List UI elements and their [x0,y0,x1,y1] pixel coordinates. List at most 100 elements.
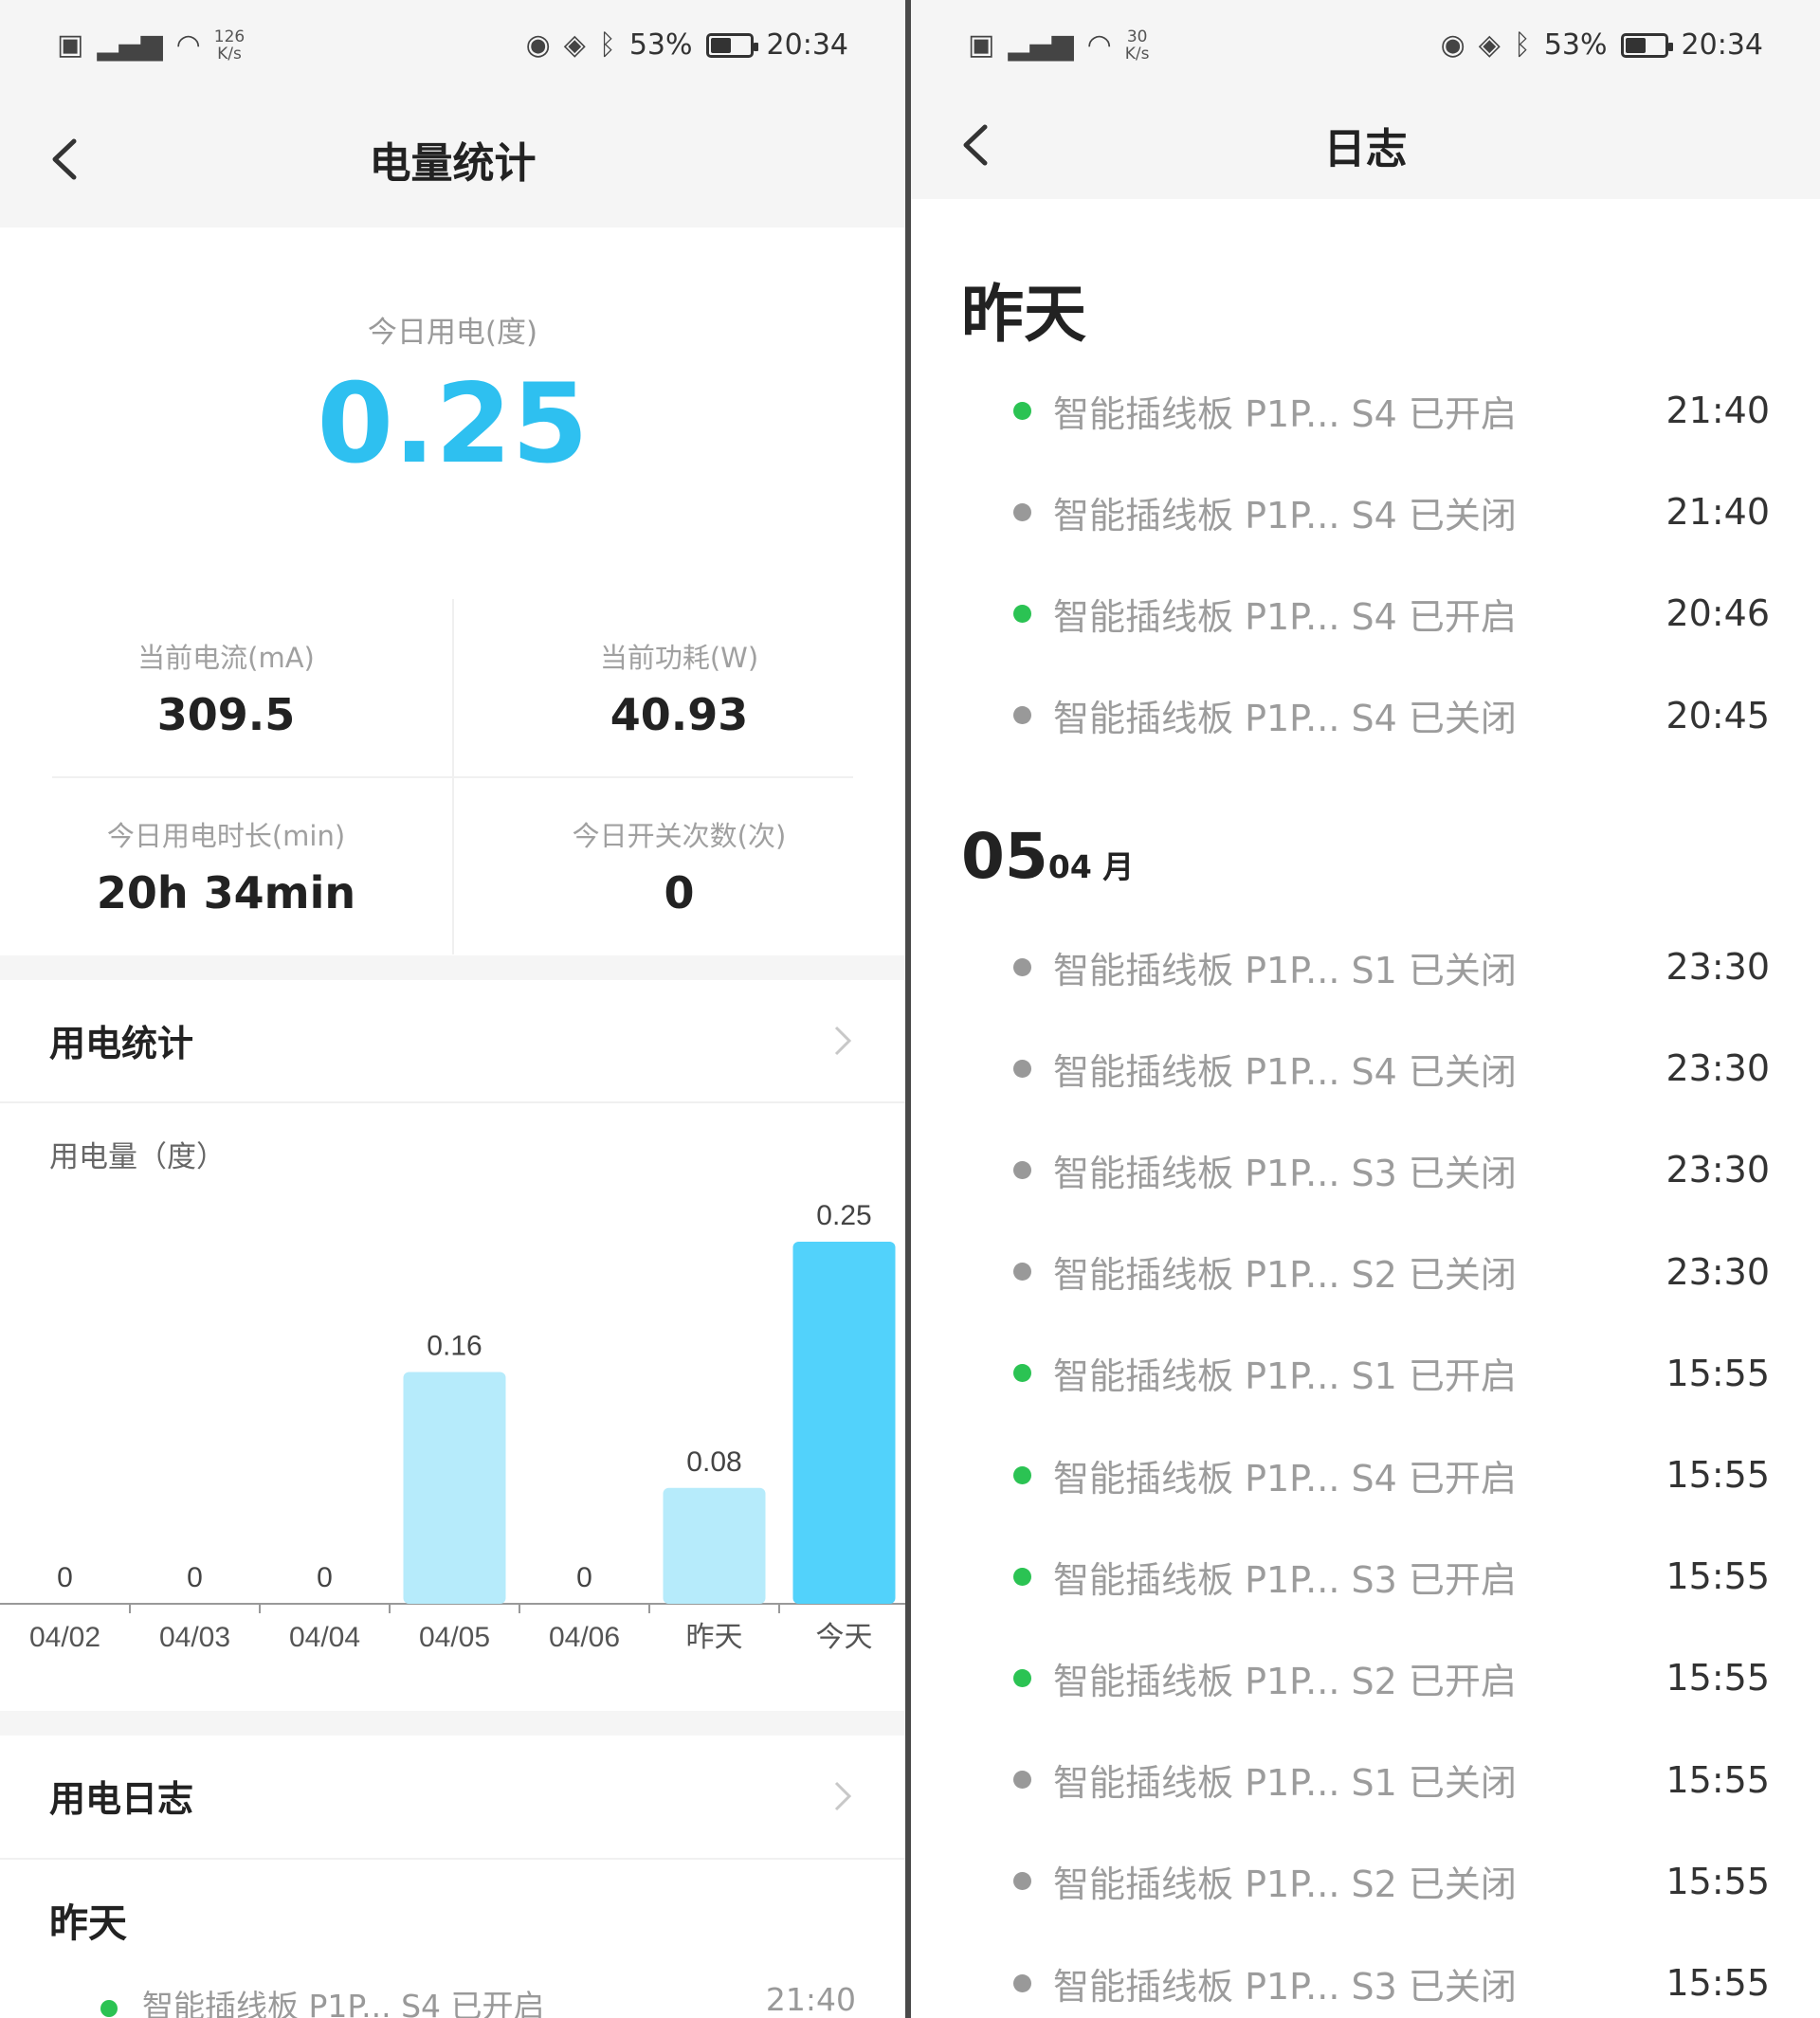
x-tick-label: 04/04 [289,1622,360,1653]
chevron-right-icon [834,1781,852,1810]
status-dot-on [1013,1465,1031,1484]
network-speed: 30 K/s [1124,27,1150,64]
status-dot-on [1013,1668,1031,1687]
stat-value: 20h 34min [96,866,356,918]
bar-今天 [792,1242,896,1604]
x-tick-label: 今天 [816,1622,873,1653]
energy-stats-screen: ▣ ▂▄▆ ◠ 126 K/s ◉ ◈ ᛒ 53% 20:34 电量统计 今日用… [0,0,905,2018]
log-item: 智能插线板 P1P... S1 已关闭 15:55 [911,1742,1820,1818]
bluetooth-icon: ᛒ [1513,28,1531,62]
log-item-text: 智能插线板 P1P... S4 已开启 [1053,595,1517,638]
divider [0,1101,905,1103]
section-title: 用电日志 [49,1778,194,1820]
bar-value-label: 0 [317,1562,333,1593]
battery-icon [1620,32,1673,58]
date-month: 04 月 [1047,848,1135,885]
current-stat: 当前电流(mA) 309.5 [0,599,452,776]
log-item-text: 智能插线板 P1P... S4 已开启 [142,1988,545,2018]
bar-value-label: 0 [576,1562,592,1593]
log-item-text: 智能插线板 P1P... S4 已关闭 [1053,1050,1517,1093]
x-tick-label: 04/06 [549,1622,620,1653]
x-tick-label: 04/03 [159,1622,230,1653]
signal-icon: ▂▄▆ [97,28,163,62]
log-screen: ▣ ▂▄▆ ◠ 30 K/s ◉ ◈ ᛒ 53% 20:34 日志 昨天 050… [911,0,1820,2018]
stat-label: 今日用电时长(min) [106,819,346,852]
status-dot-off [1013,1771,1031,1790]
today-usage-label: 今日用电(度) [367,316,538,350]
log-day-heading: 昨天 [49,1900,127,1946]
status-dot-off [1013,1872,1031,1891]
stat-value: 309.5 [156,688,296,740]
bar-value-label: 0.08 [686,1446,741,1478]
alarm-icon: ◈ [1478,28,1501,62]
wifi-icon: ◠ [1086,28,1112,62]
log-item-time: 15:55 [1665,1352,1770,1394]
bar-昨天 [663,1487,766,1604]
log-item-text: 智能插线板 P1P... S3 已开启 [1053,1558,1517,1601]
stat-label: 当前功耗(W) [599,641,759,674]
log-day-heading: 昨天 [961,278,1086,351]
eye-icon: ◉ [1440,28,1465,62]
log-item-time: 23:30 [1665,946,1770,988]
log-item-time: 23:30 [1665,1250,1770,1293]
status-dot-off [1013,1973,1031,1992]
status-dot-on [100,2000,118,2017]
log-item-text: 智能插线板 P1P... S2 已开启 [1053,1660,1517,1702]
log-item-text: 智能插线板 P1P... S1 已开启 [1053,1355,1517,1398]
battery-percent: 53% [1543,28,1608,62]
section-gap [0,955,905,980]
log-item: 智能插线板 P1P... S2 已开启 15:55 [911,1640,1820,1716]
status-dot-on [1013,1567,1031,1586]
battery-percent: 53% [628,28,693,62]
log-item-text: 智能插线板 P1P... S2 已关闭 [1053,1254,1517,1297]
log-item: 智能插线板 P1P... S4 已开启 15:55 [911,1437,1820,1513]
log-item: 智能插线板 P1P... S1 已关闭 23:30 [911,929,1820,1005]
log-item: 智能插线板 P1P... S4 已关闭 20:45 [911,678,1820,754]
wifi-icon: ◠ [175,28,201,62]
log-item-text: 智能插线板 P1P... S2 已关闭 [1053,1863,1517,1906]
log-item-time: 21:40 [765,1981,856,2018]
bar-value-label: 0 [187,1562,203,1593]
stat-label: 当前电流(mA) [137,641,315,674]
log-item-time: 23:30 [1665,1149,1770,1191]
date-day: 05 [961,820,1048,893]
log-date-heading: 0504 月 [961,820,1134,893]
back-arrow-icon[interactable] [958,121,992,169]
page-title: 日志 [1323,124,1408,173]
log-item-text: 智能插线板 P1P... S4 已开启 [1053,392,1517,435]
status-dot-off [1013,957,1031,976]
back-arrow-icon[interactable] [47,136,82,183]
usage-stats-row[interactable]: 用电统计 [0,980,905,1100]
signal-icon: ▂▄▆ [1008,28,1074,62]
log-item: 智能插线板 P1P... S3 已关闭 15:55 [911,1945,1820,2018]
log-item-text: 智能插线板 P1P... S3 已关闭 [1053,1965,1517,2008]
status-dot-off [1013,1263,1031,1282]
log-item-time: 20:46 [1665,592,1770,635]
log-item-time: 15:55 [1665,1657,1770,1700]
log-item-time: 23:30 [1665,1047,1770,1090]
usage-log-row[interactable]: 用电日志 [0,1736,905,1856]
log-item-text: 智能插线板 P1P... S3 已关闭 [1053,1152,1517,1194]
log-item-text: 智能插线板 P1P... S1 已关闭 [1053,949,1517,991]
log-item: 智能插线板 P1P... S4 已开启 21:40 [911,373,1820,448]
status-dot-off [1013,706,1031,725]
bar-value-label: 0 [57,1562,73,1593]
status-dot-off [1013,1160,1031,1179]
log-item-time: 21:40 [1665,491,1770,534]
log-item-time: 15:55 [1665,1758,1770,1801]
power-stat: 当前功耗(W) 40.93 [453,599,905,776]
status-dot-on [1013,401,1031,420]
log-item-time: 15:55 [1665,1860,1770,1902]
bar-04/05 [403,1372,506,1604]
status-bar: ▣ ▂▄▆ ◠ 30 K/s ◉ ◈ ᛒ 53% 20:34 [911,0,1820,90]
network-speed: 126 K/s [213,27,246,64]
log-item-time: 15:55 [1665,1454,1770,1496]
status-dot-on [1013,1364,1031,1383]
stat-value: 40.93 [610,688,749,740]
chart-y-axis-label: 用电量（度） [49,1140,226,1174]
log-item-text: 智能插线板 P1P... S4 已关闭 [1053,494,1517,536]
x-tick-label: 昨天 [686,1622,743,1653]
log-item: 智能插线板 P1P... S4 已关闭 21:40 [911,474,1820,550]
log-item-text: 智能插线板 P1P... S4 已关闭 [1053,698,1517,740]
bar-value-label: 0.25 [816,1200,871,1231]
